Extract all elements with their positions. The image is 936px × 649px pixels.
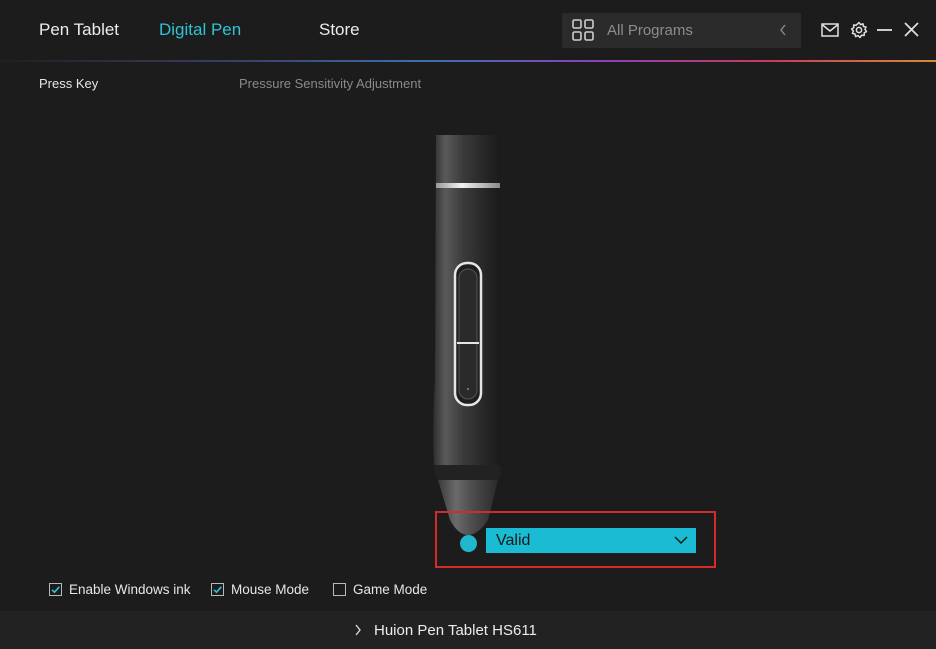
pen-tip-indicator: [460, 535, 477, 552]
subtab-pressure-sensitivity[interactable]: Pressure Sensitivity Adjustment: [239, 76, 421, 92]
top-bar: Pen Tablet Digital Pen Store All Program…: [0, 0, 936, 60]
tab-store[interactable]: Store: [319, 19, 360, 41]
tab-pen-tablet[interactable]: Pen Tablet: [39, 19, 119, 41]
chevron-left-icon[interactable]: [778, 23, 788, 37]
mouse-mode-label: Mouse Mode: [231, 582, 310, 597]
program-selector-label: All Programs: [607, 22, 693, 39]
device-name: Huion Pen Tablet HS611: [374, 622, 537, 639]
close-icon[interactable]: [902, 20, 922, 40]
checkbox-checked-icon[interactable]: [211, 583, 224, 596]
enable-windows-ink-label: Enable Windows ink: [69, 582, 191, 597]
checkbox-checked-icon[interactable]: [49, 583, 62, 596]
grid-icon: [572, 19, 594, 41]
minimize-icon[interactable]: [875, 20, 895, 40]
subtab-press-key[interactable]: Press Key: [39, 76, 98, 92]
chevron-right-icon: [355, 624, 361, 636]
header-divider: [0, 60, 936, 62]
mail-icon[interactable]: [820, 20, 840, 40]
pen-tip-function-value: Valid: [496, 532, 531, 549]
game-mode-label: Game Mode: [353, 582, 428, 597]
checkbox-unchecked-icon[interactable]: [333, 583, 346, 596]
tab-digital-pen[interactable]: Digital Pen: [159, 19, 241, 41]
device-bar[interactable]: Huion Pen Tablet HS611: [0, 611, 936, 649]
program-selector[interactable]: All Programs: [562, 13, 801, 48]
gear-icon[interactable]: [849, 20, 869, 40]
chevron-down-icon: [674, 536, 688, 545]
pen-tip-function-select[interactable]: Valid: [486, 528, 696, 553]
digital-pen-illustration: [433, 135, 501, 535]
